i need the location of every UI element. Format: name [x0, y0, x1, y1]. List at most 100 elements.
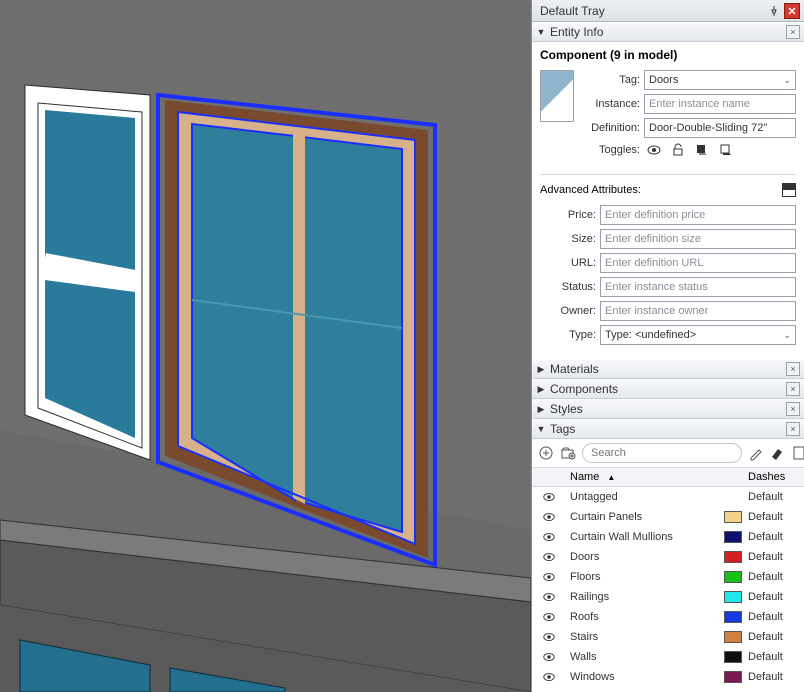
advanced-attributes-title: Advanced Attributes:	[540, 184, 641, 196]
tag-row[interactable]: Curtain Wall MullionsDefault	[532, 527, 804, 547]
tag-row[interactable]: RailingsDefault	[532, 587, 804, 607]
tag-row[interactable]: Untagged Default	[532, 487, 804, 507]
visibility-icon[interactable]	[542, 551, 556, 563]
tag-color-swatch[interactable]	[724, 511, 742, 523]
add-tag-icon[interactable]	[538, 445, 554, 461]
tag-dashes[interactable]: Default	[748, 491, 804, 503]
visibility-icon[interactable]	[542, 631, 556, 643]
owner-label: Owner:	[540, 305, 596, 317]
tag-name: Stairs	[566, 631, 724, 643]
tag-dashes[interactable]: Default	[748, 531, 804, 543]
visibility-icon[interactable]	[542, 491, 556, 503]
status-label: Status:	[540, 281, 596, 293]
visibility-icon[interactable]	[542, 671, 556, 683]
add-tag-folder-icon[interactable]	[560, 445, 576, 461]
tag-dashes[interactable]: Default	[748, 671, 804, 683]
tag-row[interactable]: Stairs Default	[532, 627, 804, 647]
toggles-label: Toggles:	[584, 144, 640, 156]
tag-row[interactable]: WallsDefault	[532, 647, 804, 667]
chevron-down-icon: ⌄	[783, 330, 791, 341]
tag-color-swatch[interactable]	[724, 591, 742, 603]
expand-icon: ▼	[536, 27, 546, 37]
tag-dashes[interactable]: Default	[748, 571, 804, 583]
price-label: Price:	[540, 209, 596, 221]
panel-header-entity-info[interactable]: ▼ Entity Info ×	[532, 22, 804, 42]
tag-row[interactable]: Doors Default	[532, 547, 804, 567]
collapse-icon: ▶	[536, 404, 546, 415]
tag-dashes[interactable]: Default	[748, 651, 804, 663]
tags-header-dashes[interactable]: Dashes	[748, 471, 804, 483]
tag-color-swatch[interactable]	[724, 551, 742, 563]
purge-icon[interactable]	[770, 445, 786, 461]
lock-toggle-icon[interactable]	[670, 142, 686, 158]
tag-tool-icon[interactable]	[748, 445, 764, 461]
tray-close-button[interactable]	[784, 3, 800, 19]
visibility-icon[interactable]	[542, 591, 556, 603]
entity-info-body: Component (9 in model) Tag: Doors ⌄ Inst…	[532, 42, 804, 359]
panel-close-button[interactable]: ×	[786, 422, 800, 436]
tags-search-input[interactable]	[582, 443, 742, 463]
panel-close-button[interactable]: ×	[786, 362, 800, 376]
tag-label: Tag:	[584, 74, 640, 86]
size-input[interactable]	[600, 229, 796, 249]
instance-input[interactable]	[644, 94, 796, 114]
panel-title: Entity Info	[550, 25, 786, 39]
pin-icon[interactable]	[768, 5, 780, 17]
tag-color-swatch[interactable]	[724, 651, 742, 663]
tag-color-swatch[interactable]	[724, 531, 742, 543]
tag-color-swatch[interactable]	[724, 631, 742, 643]
type-select[interactable]: Type: <undefined> ⌄	[600, 325, 796, 345]
tag-row[interactable]: FloorsDefault	[532, 567, 804, 587]
component-thumbnail[interactable]	[540, 70, 574, 122]
panel-close-button[interactable]: ×	[786, 402, 800, 416]
viewport-3d[interactable]	[0, 0, 531, 692]
panel-header-tags[interactable]: ▼ Tags ×	[532, 419, 804, 439]
tag-name: Doors	[566, 551, 724, 563]
tag-color-swatch[interactable]	[724, 671, 742, 683]
visibility-icon[interactable]	[542, 651, 556, 663]
panel-close-button[interactable]: ×	[786, 25, 800, 39]
panel-header-materials[interactable]: ▶ Materials ×	[532, 359, 804, 379]
panel-header-styles[interactable]: ▶ Styles ×	[532, 399, 804, 419]
expand-icon: ▼	[536, 424, 546, 434]
shadow-receive-icon[interactable]	[718, 142, 734, 158]
visibility-icon[interactable]	[542, 511, 556, 523]
visibility-icon[interactable]	[542, 571, 556, 583]
tray-titlebar[interactable]: Default Tray	[532, 0, 804, 22]
definition-label: Definition:	[584, 122, 640, 134]
tag-dashes[interactable]: Default	[748, 631, 804, 643]
type-label: Type:	[540, 329, 596, 341]
url-input[interactable]	[600, 253, 796, 273]
scene-canvas	[0, 0, 531, 692]
price-input[interactable]	[600, 205, 796, 225]
tag-row[interactable]: Curtain Panels Default	[532, 507, 804, 527]
visibility-icon[interactable]	[542, 611, 556, 623]
shadow-cast-icon[interactable]	[694, 142, 710, 158]
tag-name: Untagged	[566, 491, 724, 503]
tag-row[interactable]: RoofsDefault	[532, 607, 804, 627]
owner-input[interactable]	[600, 301, 796, 321]
visibility-toggle-icon[interactable]	[646, 142, 662, 158]
tag-dashes[interactable]: Default	[748, 551, 804, 563]
tag-color-swatch[interactable]	[724, 571, 742, 583]
tag-dashes[interactable]: Default	[748, 511, 804, 523]
tag-select[interactable]: Doors ⌄	[644, 70, 796, 90]
tag-color-swatch[interactable]	[724, 611, 742, 623]
tags-header-name[interactable]: Name	[570, 471, 599, 483]
details-icon[interactable]	[792, 445, 804, 461]
entity-heading: Component (9 in model)	[540, 48, 796, 62]
advanced-attr-toggle-icon[interactable]	[782, 183, 796, 197]
tag-row[interactable]: WindowsDefault	[532, 667, 804, 687]
panel-header-components[interactable]: ▶ Components ×	[532, 379, 804, 399]
tag-dashes[interactable]: Default	[748, 591, 804, 603]
definition-input[interactable]	[644, 118, 796, 138]
tags-table-header: Name ▲ Dashes	[532, 467, 804, 487]
status-input[interactable]	[600, 277, 796, 297]
panel-close-button[interactable]: ×	[786, 382, 800, 396]
tag-dashes[interactable]: Default	[748, 611, 804, 623]
visibility-icon[interactable]	[542, 531, 556, 543]
tag-name: Curtain Panels	[566, 511, 724, 523]
tags-rows: UntaggedDefaultCurtain PanelsDefaultCurt…	[532, 487, 804, 692]
url-label: URL:	[540, 257, 596, 269]
chevron-down-icon: ⌄	[783, 75, 791, 86]
